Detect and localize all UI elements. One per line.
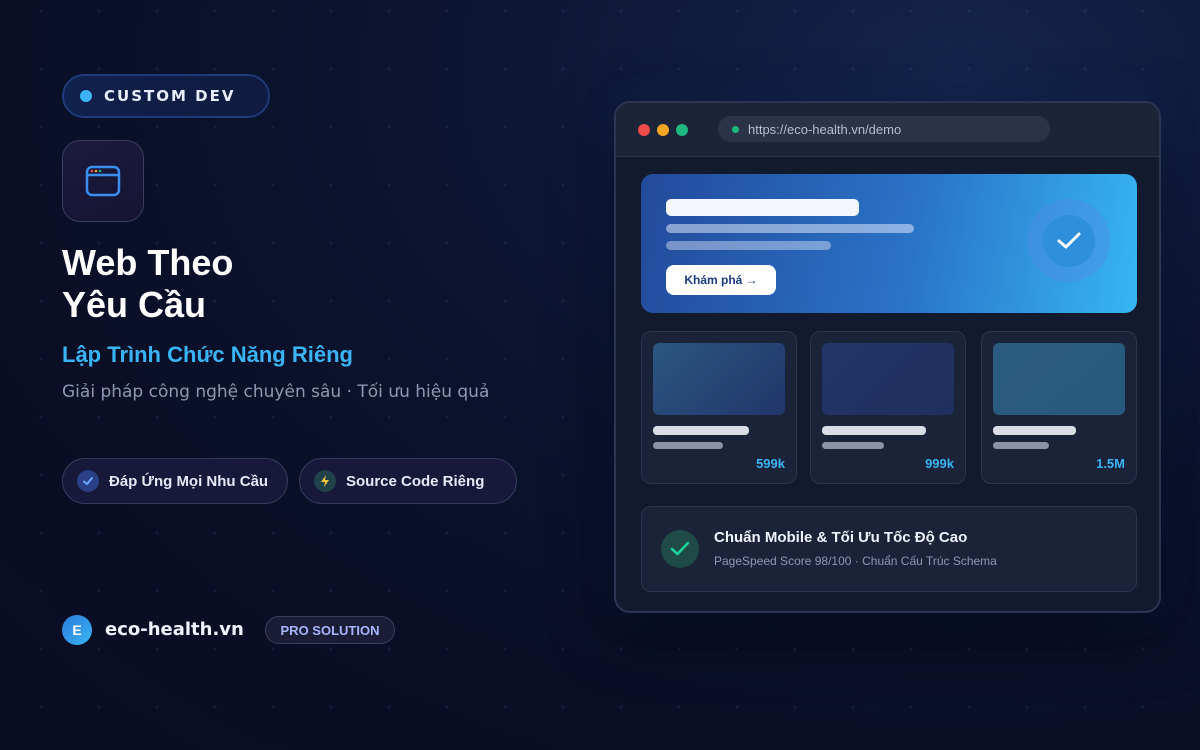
page-subtitle: Lập Trình Chức Năng Riêng [62,342,353,367]
brand-logo: E [62,615,92,645]
maximize-window-icon[interactable] [676,124,688,136]
badge-dot-icon [80,90,92,102]
product-price: 1.5M [1096,456,1125,471]
placeholder-line [653,426,749,435]
product-card[interactable]: 999k [810,331,966,484]
placeholder-line [993,442,1049,449]
badge-label: CUSTOM DEV [104,87,236,105]
product-image [993,343,1125,415]
check-icon [77,470,99,492]
product-card[interactable]: 599k [641,331,797,484]
secure-indicator-icon [732,125,739,133]
explore-button[interactable]: Khám phá → [666,265,776,295]
tagline: Giải pháp công nghệ chuyên sâu · Tối ưu … [62,382,490,402]
placeholder-line [822,426,926,435]
product-image [653,343,785,415]
minimize-window-icon[interactable] [657,124,669,136]
address-bar[interactable]: https://eco-health.vn/demo [718,116,1050,142]
category-badge: CUSTOM DEV [62,74,270,118]
brand-domain[interactable]: eco-health.vn [105,619,244,640]
feature-chip-needs[interactable]: Đáp Ứng Mọi Nhu Cầu [62,458,288,504]
performance-status-card: Chuẩn Mobile & Tối Ưu Tốc Độ Cao PageSpe… [641,506,1137,592]
status-subtitle: PageSpeed Score 98/100 · Chuẩn Cấu Trúc … [714,554,997,568]
url-text: https://eco-health.vn/demo [748,121,902,137]
placeholder-line [666,224,914,233]
product-card[interactable]: 1.5M [981,331,1137,484]
product-image [822,343,954,415]
placeholder-line [993,426,1076,435]
feature-chip-label: Source Code Riêng [346,472,485,490]
page-title: Web Theo Yêu Cầu [62,242,233,326]
verified-check-icon [1027,199,1110,282]
lightning-icon [314,470,336,492]
product-price: 599k [756,456,785,471]
browser-window-icon [62,140,144,222]
pro-solution-badge: PRO SOLUTION [265,616,395,644]
title-line-1: Web Theo [62,242,234,283]
placeholder-line [666,241,831,250]
feature-chip-source-code[interactable]: Source Code Riêng [299,458,517,504]
title-line-2: Yêu Cầu [62,284,207,325]
browser-mockup: https://eco-health.vn/demo Khám phá → 59… [614,101,1161,613]
check-circle-icon [661,530,699,568]
close-window-icon[interactable] [638,124,650,136]
browser-toolbar: https://eco-health.vn/demo [616,103,1159,157]
status-title: Chuẩn Mobile & Tối Ưu Tốc Độ Cao [714,529,968,546]
left-panel: CUSTOM DEV Web Theo Yêu Cầu Lập Trình Ch… [62,0,542,750]
feature-chip-label: Đáp Ứng Mọi Nhu Cầu [109,472,269,490]
placeholder-line [822,442,884,449]
hero-banner: Khám phá → [641,174,1137,313]
placeholder-line [653,442,723,449]
placeholder-heading [666,199,859,216]
product-price: 999k [925,456,954,471]
